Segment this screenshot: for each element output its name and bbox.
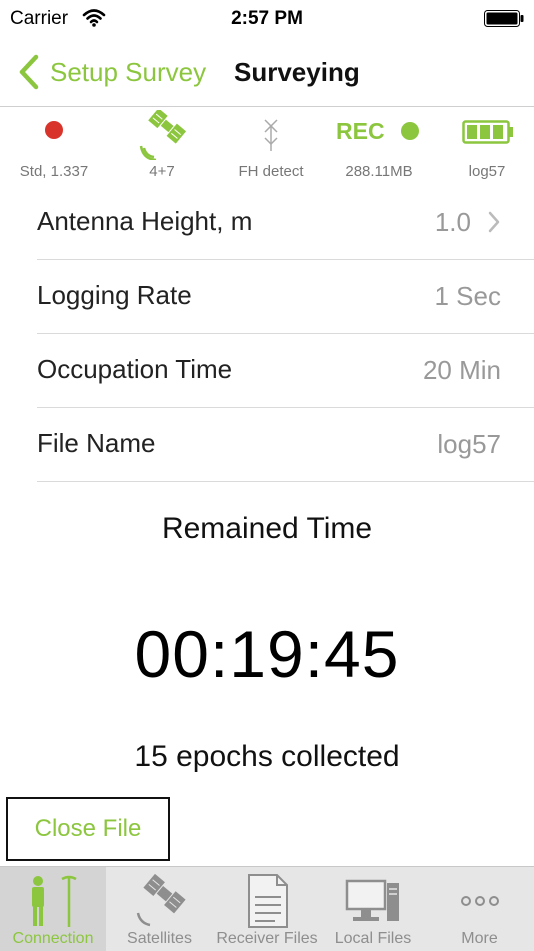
document-icon [248,874,288,928]
status-bar: Carrier 2:57 PM [0,0,534,38]
tab-connection[interactable]: Connection [0,867,106,951]
occupation-time-row[interactable]: Occupation Time 20 Min [37,334,534,408]
recording-status: REC 288.11MB [326,108,432,188]
satellite-count-label: 4+7 [149,163,175,180]
tab-receiver-files[interactable]: Receiver Files [213,867,321,951]
tab-bar: Connection Satellites Receiver Files Loc… [0,866,534,951]
battery-status: log57 [432,108,534,188]
satellite-status: 4+7 [108,108,216,188]
back-label: Setup Survey [50,56,207,87]
chevron-left-icon [19,54,39,90]
survey-settings-list: Antenna Height, m 1.0 Logging Rate 1 Sec… [0,186,534,482]
battery-log-label: log57 [468,163,506,180]
green-dot-icon [401,122,419,140]
connection-icon [32,875,77,927]
epochs-collected-label: 15 epochs collected [134,740,400,773]
navigation-bar: Setup Survey Surveying [0,38,534,107]
antenna-height-row[interactable]: Antenna Height, m 1.0 [37,186,534,260]
receiver-status-strip: Std, 1.337 4+7 FH detect REC 288.11MB lo… [0,108,534,188]
setting-value: 1.0 [434,207,471,237]
logging-rate-row[interactable]: Logging Rate 1 Sec [37,260,534,334]
back-button[interactable]: Setup Survey [18,54,206,90]
chevron-right-icon [488,211,500,233]
page-title: Surveying [234,57,360,87]
setting-value: 20 Min [422,355,501,385]
position-status-label: Std, 1.337 [19,163,89,180]
countdown-timer: 00:19:45 [134,617,400,691]
setting-label: File Name [37,428,156,458]
tab-label: More [461,930,498,947]
setting-label: Antenna Height, m [37,206,253,236]
antenna-icon [264,119,278,151]
remained-time-label: Remained Time [161,512,373,545]
tab-label: Connection [12,930,94,947]
device-battery-icon [484,10,524,27]
satellite-icon [136,873,186,927]
tab-label: Receiver Files [216,930,318,947]
tab-more[interactable]: More [425,867,534,951]
close-file-button[interactable]: Close File [6,797,170,861]
radio-status-label: FH detect [238,163,304,180]
battery-icon [462,120,513,144]
storage-used-label: 288.11MB [345,163,413,180]
clock: 2:57 PM [231,8,303,29]
radio-status: FH detect [216,108,326,188]
more-icon [460,896,499,906]
satellite-icon [139,110,186,160]
file-name-row[interactable]: File Name log57 [37,408,534,482]
tab-label: Local Files [334,930,412,947]
computer-icon [345,879,399,921]
tab-local-files[interactable]: Local Files [321,867,425,951]
setting-label: Occupation Time [37,354,233,384]
setting-value: 1 Sec [434,281,502,311]
position-status: Std, 1.337 [0,108,108,188]
setting-value: log57 [437,429,501,459]
rec-indicator: REC [336,118,385,144]
tab-label: Satellites [127,930,192,947]
tab-satellites[interactable]: Satellites [106,867,213,951]
red-dot-icon [45,121,63,139]
setting-label: Logging Rate [37,280,192,310]
